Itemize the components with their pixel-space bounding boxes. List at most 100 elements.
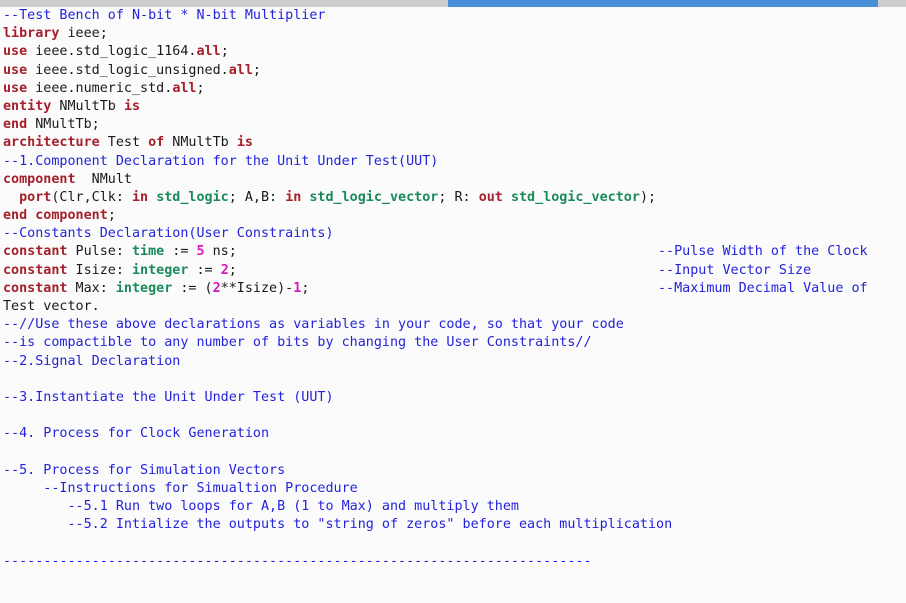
code-token-plain: (Clr,Clk: [51, 189, 132, 205]
code-token-plain: Pulse: [67, 244, 132, 260]
code-line[interactable]: port(Clr,Clk: in std_logic; A,B: in std_… [0, 189, 906, 207]
code-line[interactable]: ----------------------------------------… [0, 553, 906, 571]
code-token-kw: end [3, 117, 28, 133]
code-token-plain: ; [228, 262, 237, 278]
code-token-type: integer [115, 280, 173, 296]
code-token-cmt: --Test Bench of N-bit * N-bit Multiplier [3, 8, 326, 23]
code-token-type: integer [132, 262, 189, 278]
code-line[interactable]: --3.Instantiate the Unit Under Test (UUT… [0, 389, 906, 407]
code-token-plain: NMultTb; [27, 117, 100, 133]
code-line[interactable]: constant Pulse: time := 5 ns; --Pulse Wid… [0, 243, 906, 261]
code-token-type: std_logic_vector [510, 189, 640, 205]
code-line[interactable]: library ieee; [0, 25, 906, 43]
code-token-cmt: --2.Signal Declaration [3, 353, 181, 369]
code-token-plain: ieee.std_logic_1164. [27, 44, 197, 60]
code-token-plain: Max: [67, 280, 116, 296]
code-token-cmt: --Constants Declaration(User Constraints… [3, 226, 334, 242]
code-token-plain: Test vector. [3, 299, 100, 314]
code-token-kw: is [236, 135, 253, 151]
code-token-kw: out [478, 189, 503, 205]
code-token-cmt: --is compactible to any number of bits b… [3, 335, 592, 351]
code-line[interactable]: end NMultTb; [0, 116, 906, 134]
code-line[interactable]: use ieee.std_logic_unsigned.all; [0, 62, 906, 80]
code-token-cmt: --4. Process for Clock Generation [3, 426, 270, 442]
code-token-cmt: ----------------------------------------… [3, 553, 592, 569]
code-token-kw: constant [3, 262, 68, 278]
code-token-kw: all [196, 44, 221, 60]
code-line[interactable]: --1.Component Declaration for the Unit U… [0, 153, 906, 171]
code-token-plain: ; [220, 44, 229, 60]
code-token-cmt: --1.Component Declaration for the Unit U… [3, 153, 439, 169]
code-line[interactable]: --2.Signal Declaration [0, 353, 906, 371]
code-token-kw: component [3, 171, 76, 187]
trailing-comment: --Maximum Decimal Value of [658, 280, 868, 296]
code-line[interactable]: component NMult [0, 171, 906, 189]
code-token-kw: of [148, 135, 165, 151]
code-token-kw: port [19, 189, 52, 205]
code-token-plain: ; [301, 280, 310, 296]
code-token-cmt: --//Use these above declarations as vari… [3, 317, 624, 333]
code-token-cmt: --Instructions for Simualtion Procedure [3, 480, 358, 496]
code-line[interactable]: --5.1 Run two loops for A,B (1 to Max) a… [0, 498, 906, 516]
code-line[interactable]: --//Use these above declarations as vari… [0, 316, 906, 334]
code-line[interactable]: use ieee.numeric_std.all; [0, 80, 906, 98]
code-line[interactable]: --5.2 Intialize the outputs to "string o… [0, 516, 906, 534]
code-line[interactable] [0, 407, 906, 425]
code-line[interactable]: --Test Bench of N-bit * N-bit Multiplier [0, 7, 906, 25]
code-token-kw: is [123, 98, 141, 114]
code-token-plain: Test [99, 135, 149, 151]
code-token-plain: ; [252, 62, 261, 78]
code-token-plain: := ( [172, 280, 213, 296]
code-token-kw: in [285, 189, 302, 205]
code-line[interactable]: --5. Process for Simulation Vectors [0, 462, 906, 480]
code-line[interactable] [0, 444, 906, 462]
horizontal-scrollbar[interactable] [0, 0, 906, 7]
code-line[interactable]: entity NMultTb is [0, 98, 906, 116]
code-line[interactable]: --4. Process for Clock Generation [0, 425, 906, 443]
code-line[interactable] [0, 371, 906, 389]
code-token-kw: all [172, 80, 197, 96]
trailing-comment: --Pulse Width of the Clock [658, 244, 868, 260]
code-token-plain: ieee; [59, 26, 108, 42]
code-token-plain: ; [107, 208, 116, 224]
code-token-plain: ieee.numeric_std. [27, 80, 173, 96]
code-token-cmt: --5.2 Intialize the outputs to "string o… [3, 517, 673, 533]
code-token-num: 5 [196, 244, 205, 260]
code-token-plain: ; [196, 80, 205, 96]
code-line[interactable]: architecture Test of NMultTb is [0, 134, 906, 152]
code-token-kw: constant [3, 280, 68, 296]
code-token-plain: := [164, 244, 197, 260]
code-line[interactable] [0, 534, 906, 552]
scrollbar-thumb[interactable] [448, 0, 878, 7]
code-token-type: std_logic_vector [309, 189, 439, 205]
code-editor-text-area[interactable]: --Test Bench of N-bit * N-bit Multiplier… [0, 7, 906, 603]
code-token-plain: Isize: [67, 262, 132, 278]
code-line[interactable]: constant Max: integer := (2**Isize)-1; --… [0, 280, 906, 298]
code-token-plain: ; R: [438, 189, 479, 205]
code-token-num: 2 [220, 262, 229, 278]
code-token-plain: **Isize)- [220, 280, 294, 296]
code-token-type: time [132, 244, 165, 260]
code-token-kw: library [3, 26, 60, 42]
code-line[interactable]: Test vector. [0, 298, 906, 316]
code-line[interactable]: use ieee.std_logic_1164.all; [0, 43, 906, 61]
code-line[interactable]: end component; [0, 207, 906, 225]
code-line[interactable]: constant Isize: integer := 2; --Input Vec… [0, 262, 906, 280]
code-token-plain: NMultTb [51, 98, 124, 114]
code-line[interactable]: --Instructions for Simualtion Procedure [0, 480, 906, 498]
code-token-kw: all [228, 62, 253, 78]
code-token-kw: end component [3, 208, 108, 224]
code-token-kw: use [3, 44, 28, 60]
code-line[interactable]: --Constants Declaration(User Constraints… [0, 225, 906, 243]
code-token-plain: NMult [75, 171, 132, 187]
code-token-plain: NMultTb [164, 135, 237, 151]
trailing-comment: --Input Vector Size [658, 262, 812, 278]
code-token-num: 2 [212, 280, 221, 296]
code-token-cmt: --3.Instantiate the Unit Under Test (UUT… [3, 389, 334, 405]
code-token-plain: ns; [204, 244, 237, 260]
code-line[interactable]: --is compactible to any number of bits b… [0, 334, 906, 352]
code-token-kw: entity [3, 98, 52, 114]
